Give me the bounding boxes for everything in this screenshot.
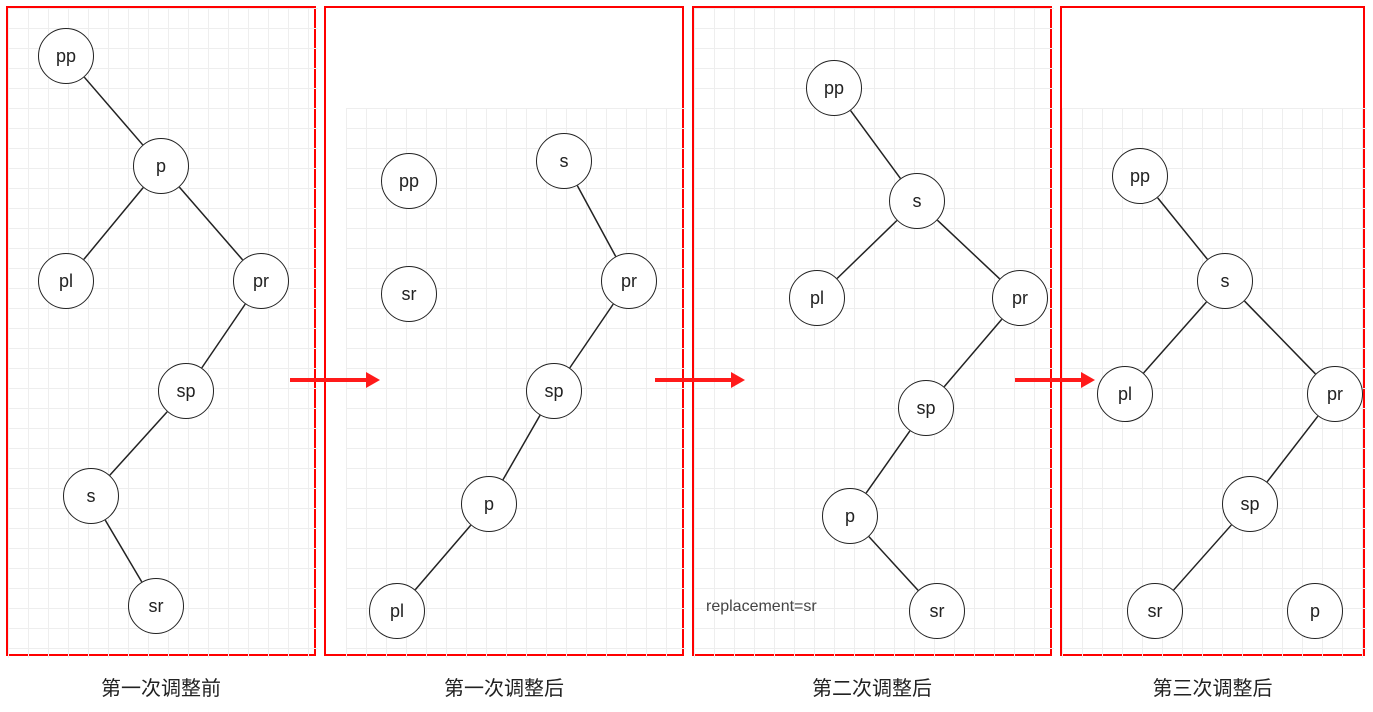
edge-sp-s	[110, 412, 167, 475]
edge-sp-p	[503, 415, 540, 479]
edge-sp-p	[866, 431, 910, 493]
node-pp: pp	[381, 153, 437, 209]
node-label: sp	[1240, 494, 1259, 515]
edges-svg	[1062, 8, 1367, 658]
node-label: sr	[402, 284, 417, 305]
node-pr: pr	[233, 253, 289, 309]
node-pr: pr	[601, 253, 657, 309]
node-pr: pr	[1307, 366, 1363, 422]
node-label: p	[156, 156, 166, 177]
node-label: pr	[621, 271, 637, 292]
node-pp: pp	[38, 28, 94, 84]
node-label: pl	[810, 288, 824, 309]
node-pl: pl	[369, 583, 425, 639]
node-s: s	[63, 468, 119, 524]
node-label: p	[484, 494, 494, 515]
node-sr: sr	[381, 266, 437, 322]
node-label: pp	[824, 78, 844, 99]
node-pp: pp	[806, 60, 862, 116]
node-sr: sr	[128, 578, 184, 634]
edges-svg	[694, 8, 1054, 658]
node-label: pl	[1118, 384, 1132, 405]
node-p: p	[461, 476, 517, 532]
arrow-head-icon	[1081, 372, 1095, 388]
node-sr: sr	[1127, 583, 1183, 639]
panel-p3: ppsplprsppsrreplacement=sr	[692, 6, 1052, 656]
edge-pr-sp	[570, 304, 613, 368]
node-s: s	[536, 133, 592, 189]
edge-p-pl	[84, 188, 143, 260]
edge-pp-p	[84, 77, 142, 145]
node-label: sr	[930, 601, 945, 622]
transition-arrow	[1010, 368, 1110, 392]
node-label: pr	[1012, 288, 1028, 309]
node-label: sp	[176, 381, 195, 402]
node-label: p	[1310, 601, 1320, 622]
node-sp: sp	[1222, 476, 1278, 532]
node-label: pp	[56, 46, 76, 67]
panel-caption: 第一次调整前	[6, 672, 316, 701]
node-p: p	[1287, 583, 1343, 639]
edge-p-sr	[869, 537, 918, 591]
transition-arrow	[285, 368, 395, 392]
panel-caption: 第一次调整后	[324, 672, 684, 701]
edge-s-pl	[1144, 302, 1207, 373]
node-label: p	[845, 506, 855, 527]
node-s: s	[889, 173, 945, 229]
node-s: s	[1197, 253, 1253, 309]
panel-caption: 第三次调整后	[1060, 672, 1365, 701]
node-label: s	[913, 191, 922, 212]
node-label: s	[87, 486, 96, 507]
node-label: s	[560, 151, 569, 172]
edge-s-pr	[1245, 301, 1316, 374]
edge-sp-sr	[1174, 525, 1232, 590]
node-sp: sp	[158, 363, 214, 419]
node-sr: sr	[909, 583, 965, 639]
edge-pr-sp	[202, 304, 245, 368]
edge-pr-sp	[944, 319, 1002, 386]
edge-s-pr	[937, 220, 999, 279]
node-p: p	[822, 488, 878, 544]
edge-pp-s	[1158, 198, 1208, 259]
node-pp: pp	[1112, 148, 1168, 204]
panel-p4: pp s pl pr sp sr p	[1060, 6, 1365, 656]
edge-p-pl	[415, 525, 470, 590]
panel-caption: 第二次调整后	[692, 672, 1052, 701]
edge-s-pr	[577, 186, 615, 257]
edge-s-sr	[105, 520, 142, 582]
panel-p2: pp s sr pr sp p pl	[324, 6, 684, 656]
node-label: pr	[1327, 384, 1343, 405]
edge-pp-s	[851, 111, 901, 179]
node-sp: sp	[526, 363, 582, 419]
node-label: sr	[149, 596, 164, 617]
edges-svg	[326, 8, 686, 658]
node-label: s	[1221, 271, 1230, 292]
edge-pr-sp	[1267, 416, 1318, 482]
node-label: sp	[916, 398, 935, 419]
node-p: p	[133, 138, 189, 194]
transition-arrow	[650, 368, 760, 392]
node-label: pl	[390, 601, 404, 622]
edges-svg	[8, 8, 318, 658]
node-label: pp	[1130, 166, 1150, 187]
node-label: sp	[544, 381, 563, 402]
node-label: pp	[399, 171, 419, 192]
arrow-head-icon	[731, 372, 745, 388]
node-label: sr	[1148, 601, 1163, 622]
node-pl: pl	[789, 270, 845, 326]
node-pr: pr	[992, 270, 1048, 326]
node-label: pl	[59, 271, 73, 292]
arrow-head-icon	[366, 372, 380, 388]
edge-p-pr	[179, 187, 242, 260]
node-pl: pl	[38, 253, 94, 309]
edge-s-pl	[837, 220, 897, 278]
node-sp: sp	[898, 380, 954, 436]
panel-p1: pppplprspssr	[6, 6, 316, 656]
node-label: pr	[253, 271, 269, 292]
